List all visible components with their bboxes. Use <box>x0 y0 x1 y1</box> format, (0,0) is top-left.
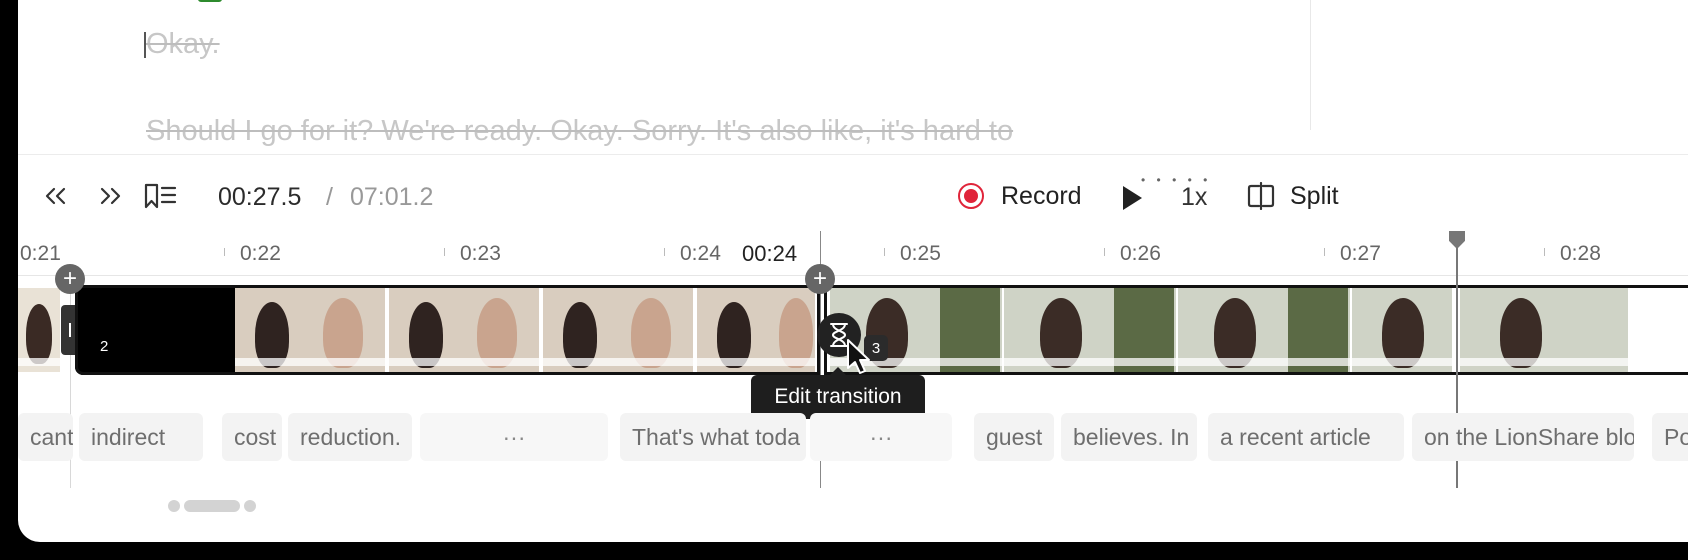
ruler-tick <box>884 248 885 256</box>
scrollbar-right-cap <box>244 500 256 512</box>
ruler-tick <box>224 248 225 256</box>
deleted-transcript-line[interactable]: Okay. <box>146 28 220 61</box>
transcript-word-chip[interactable]: a recent article <box>1208 413 1404 461</box>
scrollbar-thumb[interactable] <box>184 500 240 512</box>
speaker-label-fragment <box>198 0 222 2</box>
ruler-tick-label: 0:25 <box>900 242 941 265</box>
ruler-tick-label: 0:22 <box>240 242 281 265</box>
transcript-word-chip[interactable]: indirect <box>79 413 203 461</box>
transition-time-marker: 00:24 <box>742 241 798 266</box>
scrollbar-left-cap <box>168 500 180 512</box>
ruler-tick-label: 0:24 <box>680 242 721 265</box>
transcript-word-chip[interactable]: reduction. <box>288 413 412 461</box>
ruler-tick-label: 0:26 <box>1120 242 1161 265</box>
total-time: 07:01.2 <box>350 183 434 211</box>
ruler-baseline <box>18 275 1688 276</box>
transcript-word-chip[interactable]: cant <box>18 413 73 461</box>
split-button[interactable]: Split <box>1246 176 1339 216</box>
bookmark-list-icon[interactable] <box>142 179 178 213</box>
pause-gap-chip[interactable]: ··· <box>420 413 608 461</box>
transcript-word-chip[interactable]: guest <box>974 413 1054 461</box>
video-clip-2[interactable] <box>75 285 235 375</box>
add-clip-button[interactable]: + <box>55 264 85 294</box>
transcript-word-chip[interactable]: Pow <box>1652 413 1688 461</box>
ruler-tick <box>1544 248 1545 256</box>
video-thumbnail <box>1178 288 1350 372</box>
video-thumbnail <box>697 288 815 372</box>
chevrons-right-icon[interactable] <box>94 180 126 212</box>
mouse-pointer-icon <box>847 339 870 374</box>
ruler-tick <box>664 248 665 256</box>
record-label: Record <box>1001 181 1082 210</box>
play-button[interactable] <box>1121 185 1143 216</box>
add-clip-button[interactable]: + <box>805 264 835 294</box>
current-time: 00:27.5 <box>218 183 302 211</box>
split-icon <box>1247 182 1275 210</box>
record-icon <box>958 183 984 209</box>
video-thumbnail <box>235 288 385 372</box>
transcript-word-chip[interactable]: cost <box>222 413 282 461</box>
timeline-scrollbar[interactable] <box>168 500 256 512</box>
pause-gap-chip[interactable]: ··· <box>810 413 952 461</box>
chevrons-left-icon[interactable] <box>40 180 72 212</box>
transcript-word-chip[interactable]: on the LionShare blo <box>1412 413 1634 461</box>
deleted-transcript-line[interactable]: Should I go for it? We're ready. Okay. S… <box>146 115 1013 148</box>
clip-number: 2 <box>100 338 109 355</box>
ruler-tick <box>444 248 445 256</box>
playback-speed[interactable]: 1x <box>1181 183 1207 212</box>
transcript-word-chip[interactable]: believes. In <box>1061 413 1197 461</box>
ruler-tick-label: 0:23 <box>460 242 501 265</box>
editor-window: Okay. Should I go for it? We're ready. O… <box>18 0 1688 542</box>
time-separator: / <box>326 183 333 211</box>
video-thumbnail <box>389 288 539 372</box>
transcript-word-chip[interactable]: That's what toda <box>620 413 806 461</box>
video-thumbnail <box>1460 288 1628 372</box>
video-thumbnail <box>1004 288 1176 372</box>
video-thumbnail <box>543 288 693 372</box>
play-icon <box>1123 186 1142 210</box>
ruler-tick <box>1104 248 1105 256</box>
split-label: Split <box>1290 181 1339 210</box>
record-button[interactable]: Record <box>958 176 1082 216</box>
editor-toolbar-divider <box>18 154 1688 155</box>
panel-divider <box>1310 0 1311 130</box>
ruler-tick <box>1324 248 1325 256</box>
ruler-tick-label: 0:28 <box>1560 242 1601 265</box>
video-thumbnail <box>18 288 60 372</box>
ruler-tick-label: 0:27 <box>1340 242 1381 265</box>
ruler-tick-label: 0:21 <box>20 242 61 265</box>
video-thumbnail <box>1352 288 1452 372</box>
